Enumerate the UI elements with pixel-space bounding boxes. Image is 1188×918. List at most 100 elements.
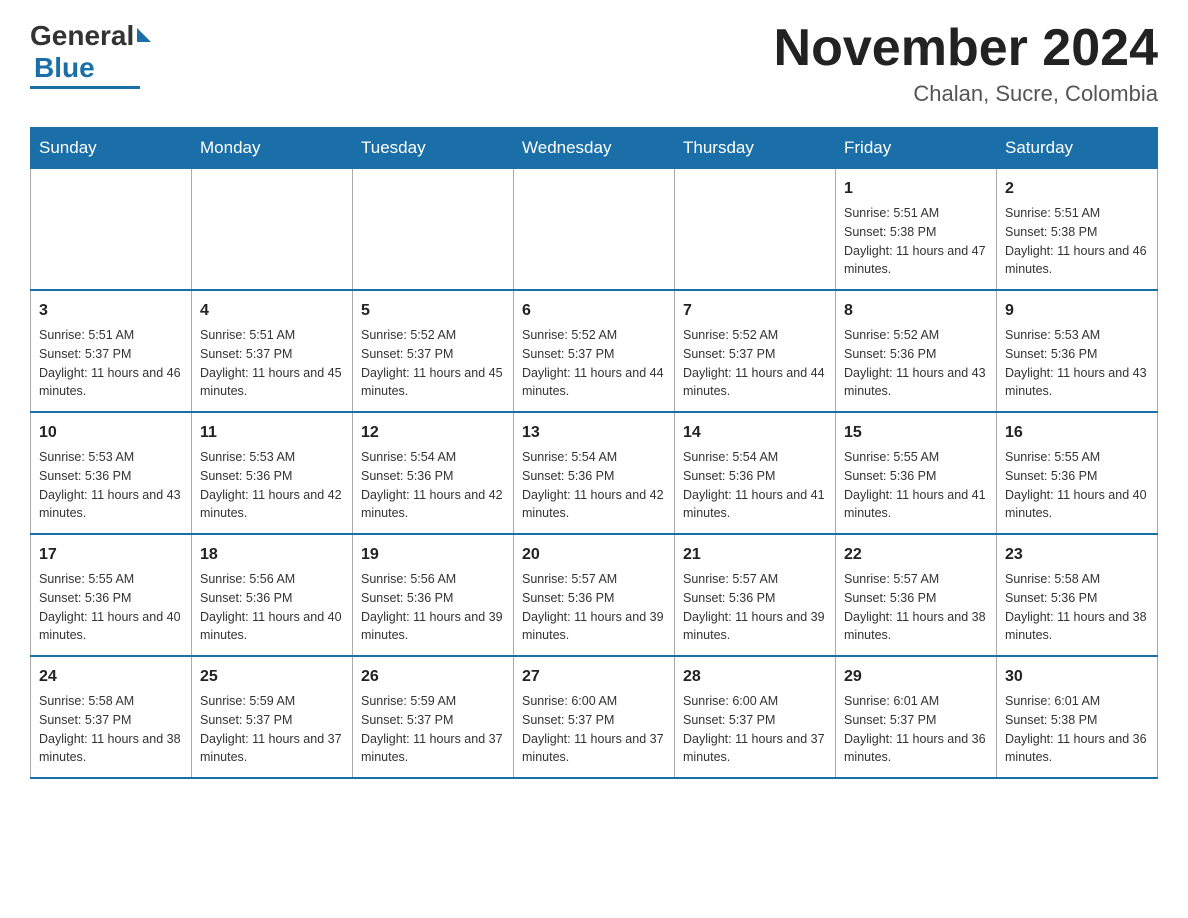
calendar-cell [353,169,514,291]
calendar-cell: 15 Sunrise: 5:55 AM Sunset: 5:36 PM Dayli… [836,412,997,534]
day-number: 29 [844,665,988,689]
calendar-cell: 16Sunrise: 5:55 AM Sunset: 5:36 PM Dayli… [997,412,1158,534]
title-section: November 2024 Chalan, Sucre, Colombia [774,20,1158,107]
day-info: Sunrise: 5:55 AM Sunset: 5:36 PM Dayligh… [39,570,183,645]
month-year-title: November 2024 [774,20,1158,77]
day-number: 6 [522,299,666,323]
calendar-cell: 3 Sunrise: 5:51 AM Sunset: 5:37 PM Daylig… [31,290,192,412]
day-info: Sunrise: 5:52 AM Sunset: 5:37 PM Dayligh… [361,326,505,401]
calendar-week-row: 3 Sunrise: 5:51 AM Sunset: 5:37 PM Daylig… [31,290,1158,412]
calendar-cell: 26 Sunrise: 5:59 AM Sunset: 5:37 PM Dayli… [353,656,514,778]
day-number: 15 [844,421,988,445]
day-number: 24 [39,665,183,689]
calendar-cell: 10 Sunrise: 5:53 AM Sunset: 5:36 PM Dayli… [31,412,192,534]
weekday-header-saturday: Saturday [997,128,1158,169]
calendar-week-row: 24Sunrise: 5:58 AM Sunset: 5:37 PM Dayli… [31,656,1158,778]
calendar-cell: 30 Sunrise: 6:01 AM Sunset: 5:38 PM Dayli… [997,656,1158,778]
day-info: Sunrise: 5:57 AM Sunset: 5:36 PM Dayligh… [844,570,988,645]
day-number: 22 [844,543,988,567]
calendar-cell: 1 Sunrise: 5:51 AM Sunset: 5:38 PM Daylig… [836,169,997,291]
calendar-cell: 20 Sunrise: 5:57 AM Sunset: 5:36 PM Dayli… [514,534,675,656]
calendar-cell [675,169,836,291]
day-number: 8 [844,299,988,323]
day-number: 2 [1005,177,1149,201]
calendar-cell: 22 Sunrise: 5:57 AM Sunset: 5:36 PM Dayli… [836,534,997,656]
calendar-cell: 9 Sunrise: 5:53 AM Sunset: 5:36 PM Daylig… [997,290,1158,412]
calendar-cell: 13 Sunrise: 5:54 AM Sunset: 5:36 PM Dayli… [514,412,675,534]
day-number: 9 [1005,299,1149,323]
calendar-cell [31,169,192,291]
day-info: Sunrise: 5:51 AM Sunset: 5:37 PM Dayligh… [200,326,344,401]
day-info: Sunrise: 5:51 AM Sunset: 5:38 PM Dayligh… [844,204,988,279]
day-number: 25 [200,665,344,689]
calendar-cell: 25Sunrise: 5:59 AM Sunset: 5:37 PM Dayli… [192,656,353,778]
calendar-cell: 14Sunrise: 5:54 AM Sunset: 5:36 PM Dayli… [675,412,836,534]
calendar-week-row: 17Sunrise: 5:55 AM Sunset: 5:36 PM Dayli… [31,534,1158,656]
day-number: 3 [39,299,183,323]
day-number: 7 [683,299,827,323]
day-number: 10 [39,421,183,445]
day-info: Sunrise: 5:51 AM Sunset: 5:37 PM Dayligh… [39,326,183,401]
day-info: Sunrise: 5:53 AM Sunset: 5:36 PM Dayligh… [200,448,344,523]
calendar-cell: 2 Sunrise: 5:51 AM Sunset: 5:38 PM Daylig… [997,169,1158,291]
day-info: Sunrise: 5:56 AM Sunset: 5:36 PM Dayligh… [200,570,344,645]
day-number: 26 [361,665,505,689]
day-number: 1 [844,177,988,201]
day-number: 30 [1005,665,1149,689]
calendar-cell: 5 Sunrise: 5:52 AM Sunset: 5:37 PM Daylig… [353,290,514,412]
day-info: Sunrise: 5:58 AM Sunset: 5:36 PM Dayligh… [1005,570,1149,645]
day-number: 21 [683,543,827,567]
calendar-table: SundayMondayTuesdayWednesdayThursdayFrid… [30,127,1158,779]
weekday-header-row: SundayMondayTuesdayWednesdayThursdayFrid… [31,128,1158,169]
day-number: 5 [361,299,505,323]
day-info: Sunrise: 5:56 AM Sunset: 5:36 PM Dayligh… [361,570,505,645]
day-number: 13 [522,421,666,445]
logo-general-text: General [30,20,134,52]
logo-underline [30,86,140,89]
calendar-cell: 27 Sunrise: 6:00 AM Sunset: 5:37 PM Dayli… [514,656,675,778]
calendar-cell: 23 Sunrise: 5:58 AM Sunset: 5:36 PM Dayli… [997,534,1158,656]
location-subtitle: Chalan, Sucre, Colombia [774,81,1158,107]
calendar-cell: 21Sunrise: 5:57 AM Sunset: 5:36 PM Dayli… [675,534,836,656]
calendar-cell: 11Sunrise: 5:53 AM Sunset: 5:36 PM Dayli… [192,412,353,534]
calendar-cell: 29 Sunrise: 6:01 AM Sunset: 5:37 PM Dayli… [836,656,997,778]
day-number: 28 [683,665,827,689]
weekday-header-tuesday: Tuesday [353,128,514,169]
day-info: Sunrise: 5:51 AM Sunset: 5:38 PM Dayligh… [1005,204,1149,279]
day-info: Sunrise: 5:52 AM Sunset: 5:36 PM Dayligh… [844,326,988,401]
day-info: Sunrise: 6:00 AM Sunset: 5:37 PM Dayligh… [522,692,666,767]
calendar-cell: 12Sunrise: 5:54 AM Sunset: 5:36 PM Dayli… [353,412,514,534]
logo-blue-text: Blue [34,52,95,84]
day-info: Sunrise: 5:54 AM Sunset: 5:36 PM Dayligh… [522,448,666,523]
day-number: 19 [361,543,505,567]
calendar-cell: 28Sunrise: 6:00 AM Sunset: 5:37 PM Dayli… [675,656,836,778]
day-number: 20 [522,543,666,567]
day-info: Sunrise: 5:52 AM Sunset: 5:37 PM Dayligh… [683,326,827,401]
calendar-cell [192,169,353,291]
calendar-cell: 19 Sunrise: 5:56 AM Sunset: 5:36 PM Dayli… [353,534,514,656]
day-info: Sunrise: 5:59 AM Sunset: 5:37 PM Dayligh… [361,692,505,767]
day-info: Sunrise: 5:57 AM Sunset: 5:36 PM Dayligh… [522,570,666,645]
day-info: Sunrise: 5:53 AM Sunset: 5:36 PM Dayligh… [39,448,183,523]
day-number: 23 [1005,543,1149,567]
weekday-header-wednesday: Wednesday [514,128,675,169]
day-info: Sunrise: 6:01 AM Sunset: 5:37 PM Dayligh… [844,692,988,767]
day-number: 18 [200,543,344,567]
calendar-cell: 4 Sunrise: 5:51 AM Sunset: 5:37 PM Daylig… [192,290,353,412]
day-info: Sunrise: 5:52 AM Sunset: 5:37 PM Dayligh… [522,326,666,401]
weekday-header-sunday: Sunday [31,128,192,169]
weekday-header-monday: Monday [192,128,353,169]
day-info: Sunrise: 5:54 AM Sunset: 5:36 PM Dayligh… [683,448,827,523]
day-number: 4 [200,299,344,323]
logo-triangle-icon [137,28,151,42]
day-info: Sunrise: 5:53 AM Sunset: 5:36 PM Dayligh… [1005,326,1149,401]
calendar-cell: 6 Sunrise: 5:52 AM Sunset: 5:37 PM Daylig… [514,290,675,412]
day-info: Sunrise: 5:55 AM Sunset: 5:36 PM Dayligh… [1005,448,1149,523]
day-info: Sunrise: 5:55 AM Sunset: 5:36 PM Dayligh… [844,448,988,523]
calendar-cell: 17Sunrise: 5:55 AM Sunset: 5:36 PM Dayli… [31,534,192,656]
calendar-cell [514,169,675,291]
day-number: 27 [522,665,666,689]
weekday-header-thursday: Thursday [675,128,836,169]
calendar-cell: 8 Sunrise: 5:52 AM Sunset: 5:36 PM Daylig… [836,290,997,412]
day-info: Sunrise: 6:01 AM Sunset: 5:38 PM Dayligh… [1005,692,1149,767]
